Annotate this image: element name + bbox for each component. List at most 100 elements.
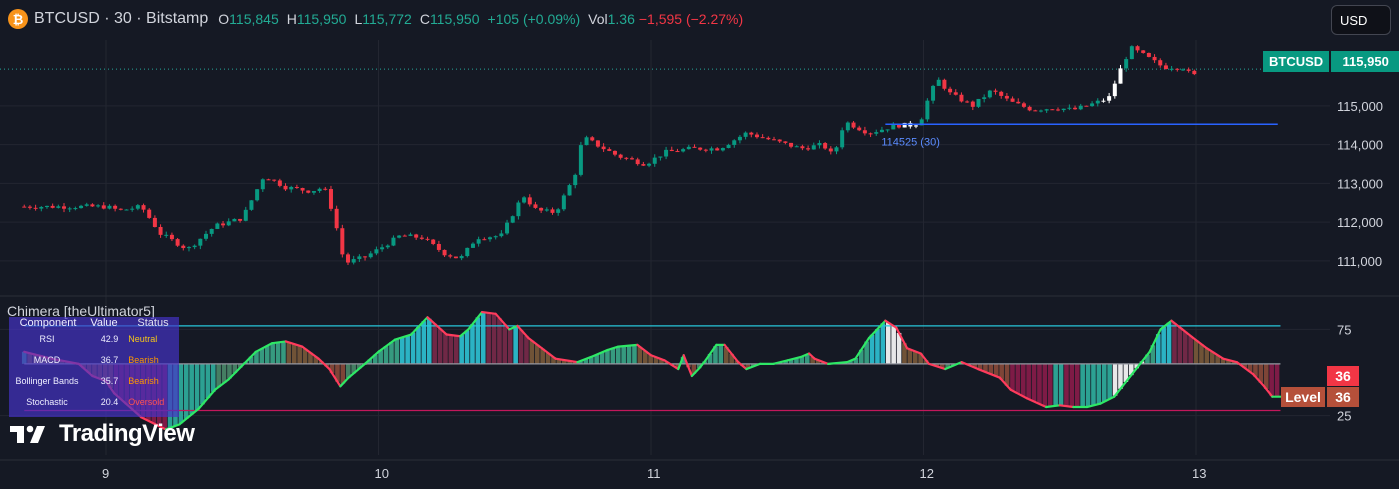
oscillator-bar [1263, 363, 1269, 390]
oscillator-bar [178, 363, 184, 424]
candle-body [346, 254, 351, 263]
candle-body [221, 223, 226, 226]
candle-body [931, 85, 936, 101]
oscillator-bar [1064, 363, 1069, 407]
oscillator-line-segment [737, 361, 748, 371]
candle-body [862, 130, 867, 134]
time-tick-label: 9 [102, 466, 109, 481]
candle-body [232, 218, 237, 222]
oscillator-bar [464, 330, 470, 364]
table-row: Bollinger Bands 35.7 Bearish [9, 370, 179, 391]
oscillator-bar [1015, 363, 1021, 394]
candle-body [328, 189, 333, 209]
oscillator-bar [480, 312, 486, 364]
candle-body [283, 185, 288, 190]
oscillator-bar [443, 333, 448, 364]
oscillator-bar [189, 363, 194, 415]
candle-body [323, 188, 328, 190]
chart-canvas[interactable]: 114525 (30) 111,000 112,000 113,000 114,000… [0, 0, 1399, 489]
oscillator-bar [1269, 363, 1274, 396]
candle-body [266, 179, 271, 181]
candle-body [33, 207, 38, 209]
candle-body [578, 145, 583, 175]
candle-body [959, 94, 964, 102]
price-tick-label: 111,000 [1337, 254, 1382, 269]
oscillator-bar [1274, 363, 1280, 397]
oscillator-bar [210, 363, 216, 392]
candle-body [44, 205, 49, 208]
candle-body [874, 132, 879, 134]
oscillator-bar [194, 363, 200, 411]
oscillator-bar [534, 344, 540, 364]
candle-body [62, 206, 67, 209]
candle-body [56, 206, 61, 208]
candle-body [948, 88, 953, 93]
price-tag-symbol: BTCUSD [1263, 51, 1330, 72]
table-cell-value: 42.9 [100, 333, 119, 344]
candle-body [703, 149, 708, 151]
candle-body [175, 239, 180, 246]
candle-body [499, 233, 504, 237]
candle-body [306, 190, 311, 193]
oscillator-bar [1053, 363, 1058, 406]
oscillator-bar [1010, 363, 1015, 391]
candle-body [505, 222, 510, 234]
table-header-row: Component Value Status [9, 316, 179, 329]
candle-body [556, 209, 561, 213]
oscillator-line-segment [347, 362, 366, 379]
tradingview-logo[interactable]: TradingView [9, 420, 195, 448]
candle-body [800, 146, 805, 149]
candle-body [1038, 110, 1043, 112]
candle-body [419, 237, 424, 239]
last-price-tag: BTCUSD 115,950 [1263, 51, 1399, 72]
candle-body [612, 150, 617, 155]
oscillator-bar [1080, 363, 1085, 408]
candle-body [470, 243, 475, 248]
oscillator-bar [524, 335, 529, 364]
candle-body [67, 208, 72, 210]
symbol-title[interactable]: BTCUSD · 30 · Bitstamp [34, 10, 208, 28]
oscillator-bar [1107, 363, 1112, 399]
oscillator-bar [610, 348, 616, 364]
oscillator-bar [281, 341, 286, 364]
candle-body [1056, 109, 1061, 111]
candle-body [766, 137, 771, 140]
oscillator-bar [470, 324, 475, 364]
candle-body [209, 228, 214, 234]
time-tick-label: 12 [920, 466, 934, 481]
candle-body [50, 205, 55, 208]
candle-body [720, 148, 725, 151]
candle-body [885, 129, 890, 131]
candle-body [414, 234, 419, 238]
oscillator-bar [880, 323, 886, 364]
table-cell-value: 20.4 [100, 396, 119, 407]
candle-body [749, 132, 754, 135]
ohlc-values: O115,845 H115,950 L115,772 C115,950 +105 (+0… [218, 11, 743, 27]
oscillator-line-segment [589, 348, 609, 359]
candle-body [1124, 59, 1129, 69]
candle-body [147, 209, 152, 218]
candle-body [1021, 103, 1026, 107]
oscillator-bar [718, 344, 724, 364]
candle-body [39, 207, 44, 209]
time-tick-label: 10 [375, 466, 389, 481]
currency-button[interactable]: USD [1331, 5, 1391, 35]
close-label: C [419, 11, 430, 27]
level-value-badge: 36 [1327, 387, 1359, 407]
candle-body [561, 195, 566, 210]
candle-body [391, 237, 396, 246]
candle-body [351, 259, 356, 263]
candle-body [783, 141, 788, 143]
candle-body [192, 245, 197, 248]
table-header: Status [137, 316, 169, 329]
candle-body [635, 159, 640, 165]
candle-body [243, 209, 248, 221]
candle-body [448, 255, 453, 257]
candle-body [22, 206, 27, 208]
candle-body [249, 200, 254, 210]
candle-body [130, 208, 135, 210]
oscillator-bar [275, 342, 281, 364]
candle-body [970, 101, 975, 107]
candle-body [317, 188, 322, 192]
candle-body [1061, 108, 1066, 111]
